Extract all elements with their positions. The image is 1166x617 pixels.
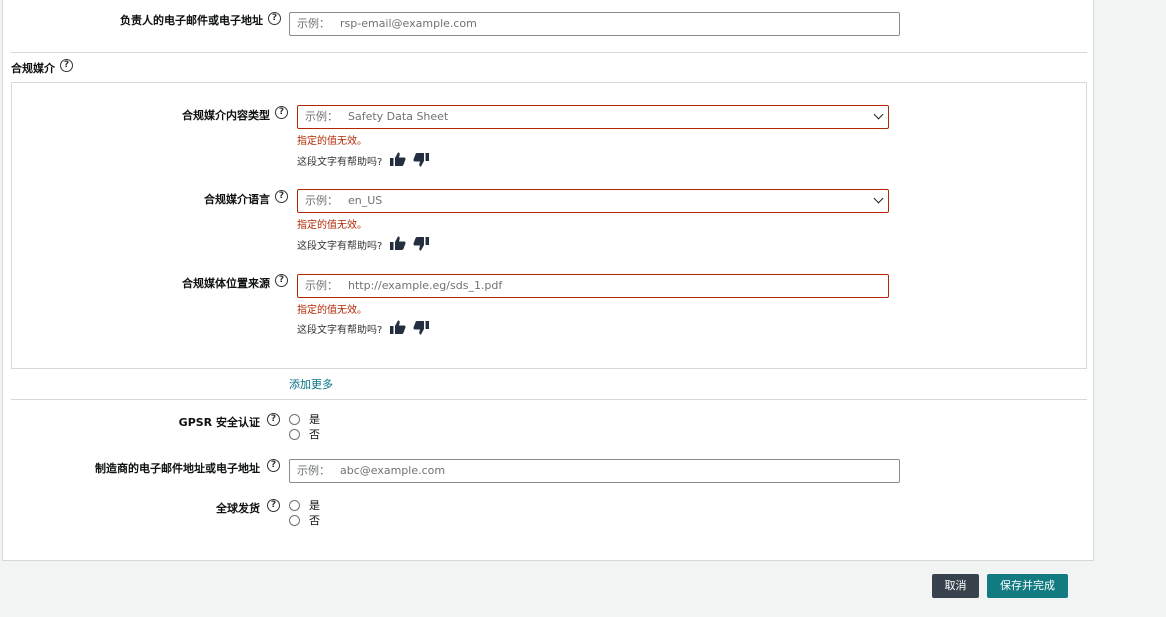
compliance-media-section-label: 合规媒介 bbox=[11, 62, 55, 75]
location-source-error: 指定的值无效。 bbox=[297, 305, 367, 316]
global-shipping-label: 全球发货 bbox=[216, 502, 260, 515]
placeholder-prefix: 示例： bbox=[305, 110, 338, 123]
placeholder-value: en_US bbox=[348, 194, 383, 207]
content-type-label: 合规媒介内容类型 bbox=[182, 109, 270, 122]
thumbs-up-icon[interactable] bbox=[390, 320, 406, 334]
gpsr-radio-no[interactable] bbox=[289, 429, 300, 440]
gpsr-radio-yes[interactable] bbox=[289, 414, 300, 425]
help-icon[interactable]: ? bbox=[267, 459, 280, 472]
add-more-link[interactable]: 添加更多 bbox=[289, 376, 333, 392]
cancel-button[interactable]: 取消 bbox=[932, 574, 979, 598]
placeholder-value: rsp-email@example.com bbox=[340, 17, 477, 30]
thumbs-down-icon[interactable] bbox=[413, 237, 429, 251]
form-panel: 负责人的电子邮件或电子地址 ? 示例： rsp-email@example.com… bbox=[2, 0, 1094, 561]
thumbs-down-icon[interactable] bbox=[413, 321, 429, 335]
global-shipping-option-no-label: 否 bbox=[309, 514, 320, 527]
placeholder-prefix: 示例： bbox=[297, 464, 330, 477]
divider bbox=[11, 52, 1087, 53]
gpsr-label: GPSR 安全认证 bbox=[178, 416, 260, 429]
help-icon[interactable]: ? bbox=[275, 106, 288, 119]
thumbs-down-icon[interactable] bbox=[413, 153, 429, 167]
placeholder-prefix: 示例： bbox=[305, 194, 338, 207]
global-shipping-radio-yes[interactable] bbox=[289, 500, 300, 511]
help-icon[interactable]: ? bbox=[60, 59, 73, 72]
placeholder-prefix: 示例： bbox=[297, 17, 330, 30]
global-shipping-option-yes-label: 是 bbox=[309, 499, 320, 512]
location-source-label: 合规媒体位置来源 bbox=[182, 277, 270, 290]
placeholder-prefix: 示例： bbox=[305, 279, 338, 292]
compliance-media-group: 合规媒介内容类型 ? 示例： Safety Data Sheet 指定的值无效。 … bbox=[11, 82, 1087, 369]
gpsr-option-yes-label: 是 bbox=[309, 413, 320, 426]
manufacturer-email-label: 制造商的电子邮件地址或电子地址 bbox=[95, 462, 260, 475]
help-icon[interactable]: ? bbox=[275, 274, 288, 287]
location-source-input[interactable]: 示例： http://example.eg/sds_1.pdf bbox=[297, 274, 889, 298]
chevron-down-icon[interactable] bbox=[873, 109, 884, 120]
responsible-email-input[interactable]: 示例： rsp-email@example.com bbox=[289, 12, 900, 36]
placeholder-value: abc@example.com bbox=[340, 464, 446, 477]
divider bbox=[11, 399, 1087, 400]
help-icon[interactable]: ? bbox=[275, 190, 288, 203]
placeholder-value: Safety Data Sheet bbox=[348, 110, 449, 123]
global-shipping-radio-no[interactable] bbox=[289, 515, 300, 526]
help-icon[interactable]: ? bbox=[268, 12, 281, 25]
help-icon[interactable]: ? bbox=[267, 413, 280, 426]
chevron-down-icon[interactable] bbox=[873, 193, 884, 204]
thumbs-up-icon[interactable] bbox=[390, 152, 406, 166]
thumbs-up-icon[interactable] bbox=[390, 236, 406, 250]
responsible-email-label: 负责人的电子邮件或电子地址 bbox=[120, 14, 263, 27]
help-icon[interactable]: ? bbox=[267, 499, 280, 512]
save-and-finish-button[interactable]: 保存并完成 bbox=[987, 574, 1068, 598]
manufacturer-email-input[interactable]: 示例： abc@example.com bbox=[289, 459, 900, 483]
helpful-prompt: 这段文字有帮助吗? bbox=[297, 325, 383, 336]
helpful-prompt: 这段文字有帮助吗? bbox=[297, 241, 383, 252]
helpful-prompt: 这段文字有帮助吗? bbox=[297, 157, 383, 168]
language-error: 指定的值无效。 bbox=[297, 220, 367, 231]
placeholder-value: http://example.eg/sds_1.pdf bbox=[348, 279, 503, 292]
language-select[interactable]: 示例： en_US bbox=[297, 189, 889, 213]
gpsr-option-no-label: 否 bbox=[309, 428, 320, 441]
content-type-select[interactable]: 示例： Safety Data Sheet bbox=[297, 105, 889, 129]
language-label: 合规媒介语言 bbox=[204, 193, 270, 206]
content-type-error: 指定的值无效。 bbox=[297, 136, 367, 147]
